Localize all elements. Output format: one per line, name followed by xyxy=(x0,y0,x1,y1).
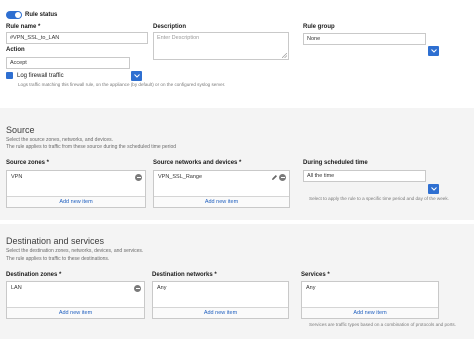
rule-status-toggle[interactable] xyxy=(6,11,22,19)
list-item: VPN xyxy=(11,174,23,180)
rule-group-dropdown-button[interactable] xyxy=(428,46,439,56)
edit-pencil-icon[interactable] xyxy=(271,174,278,181)
rule-name-input[interactable]: #VPN_SSL_to_LAN xyxy=(6,32,148,44)
list-item: Any xyxy=(306,285,316,291)
source-zones-list: VPN Add new item xyxy=(6,170,146,208)
rule-group-label: Rule group xyxy=(303,24,335,30)
description-label: Description xyxy=(153,24,187,30)
destination-networks-list: Any Add new item xyxy=(152,281,289,319)
add-source-network-button[interactable]: Add new item xyxy=(154,196,289,207)
add-destination-network-button[interactable]: Add new item xyxy=(153,307,288,318)
description-textarea[interactable]: Enter Description xyxy=(153,32,289,60)
source-title: Source xyxy=(6,125,35,135)
schedule-help: Select to apply the rule to a specific t… xyxy=(309,196,449,201)
resize-handle-icon[interactable] xyxy=(282,53,287,58)
destination-subtitle-1: Select the destination zones, networks, … xyxy=(6,248,144,254)
destination-zones-list: LAN Add new item xyxy=(6,281,145,319)
list-item: LAN xyxy=(11,285,22,291)
services-label: Services * xyxy=(301,272,330,278)
destination-title: Destination and services xyxy=(6,236,105,246)
chevron-down-icon xyxy=(430,49,437,53)
source-zones-label: Source zones * xyxy=(6,160,50,166)
action-label: Action xyxy=(6,47,25,53)
add-destination-zone-button[interactable]: Add new item xyxy=(7,307,144,318)
schedule-label: During scheduled time xyxy=(303,160,368,166)
services-list: Any Add new item xyxy=(301,281,439,319)
action-dropdown-button[interactable] xyxy=(131,71,142,81)
destination-zones-label: Destination zones * xyxy=(6,272,62,278)
rule-group-select[interactable]: None xyxy=(303,33,426,45)
schedule-dropdown-button[interactable] xyxy=(428,184,439,194)
toggle-knob xyxy=(15,12,21,18)
remove-icon[interactable] xyxy=(279,174,286,181)
action-select[interactable]: Accept xyxy=(6,57,130,69)
add-source-zone-button[interactable]: Add new item xyxy=(7,196,145,207)
source-subtitle-1: Select the source zones, networks, and d… xyxy=(6,137,114,143)
remove-icon[interactable] xyxy=(134,285,141,292)
remove-icon[interactable] xyxy=(135,174,142,181)
list-item: VPN_SSL_Range xyxy=(158,174,203,180)
checkmark-icon xyxy=(7,79,12,84)
add-service-button[interactable]: Add new item xyxy=(302,307,438,318)
list-item: Any xyxy=(157,285,167,291)
schedule-select[interactable]: All the time xyxy=(303,170,426,182)
log-traffic-help: Logs traffic matching this firewall rule… xyxy=(18,82,226,87)
chevron-down-icon xyxy=(133,74,140,78)
chevron-down-icon xyxy=(430,187,437,191)
source-subtitle-2: The rule applies to traffic from these s… xyxy=(6,144,176,150)
description-placeholder: Enter Description xyxy=(157,35,200,41)
log-traffic-label: Log firewall traffic xyxy=(17,73,64,79)
services-help: Services are traffic types based on a co… xyxy=(309,322,456,327)
destination-subtitle-2: The rule applies to traffic to these des… xyxy=(6,256,110,262)
source-networks-list: VPN_SSL_Range Add new item xyxy=(153,170,290,208)
destination-networks-label: Destination networks * xyxy=(152,272,217,278)
rule-name-label: Rule name * xyxy=(6,24,41,30)
rule-status-label: Rule status xyxy=(25,12,58,18)
source-networks-label: Source networks and devices * xyxy=(153,160,242,166)
log-traffic-checkbox[interactable] xyxy=(6,72,13,84)
